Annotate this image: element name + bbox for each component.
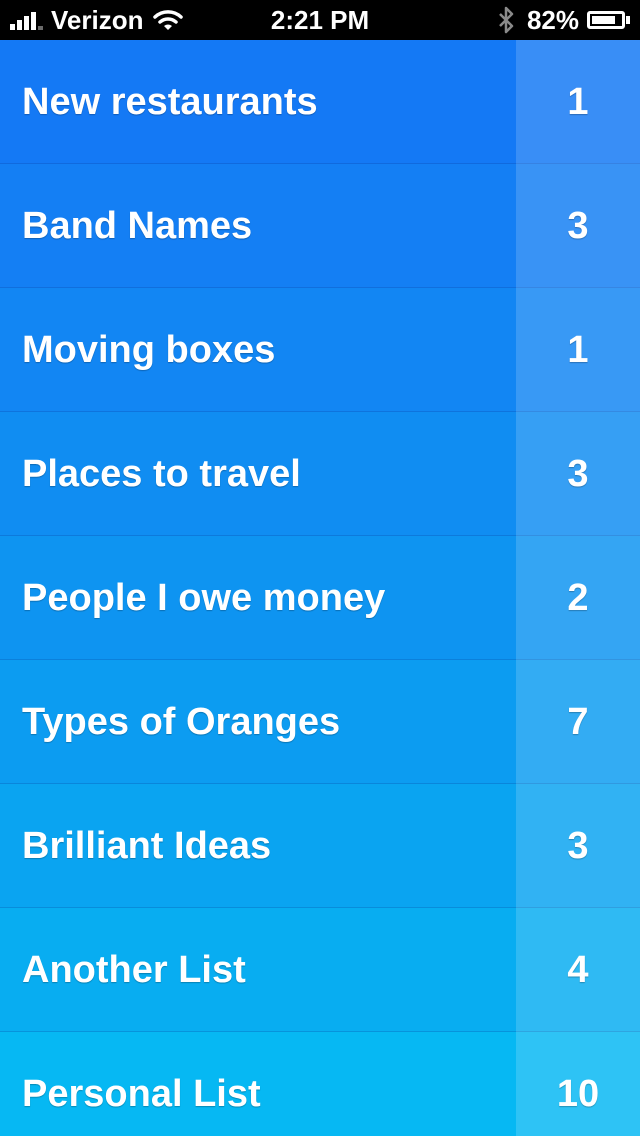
battery-percent: 82% — [526, 4, 579, 35]
list-title: Moving boxes — [22, 329, 276, 371]
status-right: 82% — [497, 0, 630, 40]
list-view[interactable]: New restaurants 1 Band Names 3 Moving boxes 1… — [0, 40, 640, 1136]
item-count-badge: 1 — [516, 40, 640, 164]
list-row[interactable]: Moving boxes 1 — [0, 288, 640, 412]
battery-icon — [587, 11, 625, 29]
list-title: Band Names — [22, 205, 253, 247]
item-count-badge: 2 — [516, 536, 640, 660]
list-row[interactable]: Places to travel 3 — [0, 412, 640, 536]
list-row[interactable]: Another List 4 — [0, 908, 640, 1032]
item-count-badge: 3 — [516, 164, 640, 288]
item-count-badge: 3 — [516, 412, 640, 536]
list-title: New restaurants — [22, 81, 318, 123]
list-row[interactable]: New restaurants 1 — [0, 40, 640, 164]
list-title: Brilliant Ideas — [22, 825, 272, 867]
item-count-badge: 4 — [516, 908, 640, 1032]
list-title: Places to travel — [22, 453, 301, 495]
list-title: Another List — [22, 949, 246, 991]
list-row[interactable]: People I owe money 2 — [0, 536, 640, 660]
item-count-badge: 7 — [516, 660, 640, 784]
list-title: Personal List — [22, 1073, 261, 1115]
status-bar: Verizon 2:21 PM 82% — [0, 0, 640, 40]
list-title: People I owe money — [22, 577, 386, 619]
list-title: Types of Oranges — [22, 701, 341, 743]
battery-cap — [626, 16, 630, 24]
list-row[interactable]: Types of Oranges 7 — [0, 660, 640, 784]
bluetooth-icon — [499, 6, 514, 34]
item-count-badge: 3 — [516, 784, 640, 908]
item-count-badge: 1 — [516, 288, 640, 412]
list-row[interactable]: Brilliant Ideas 3 — [0, 784, 640, 908]
item-count-badge: 10 — [516, 1032, 640, 1136]
list-row[interactable]: Band Names 3 — [0, 164, 640, 288]
battery-fill — [592, 16, 615, 24]
list-row[interactable]: Personal List 10 — [0, 1032, 640, 1136]
